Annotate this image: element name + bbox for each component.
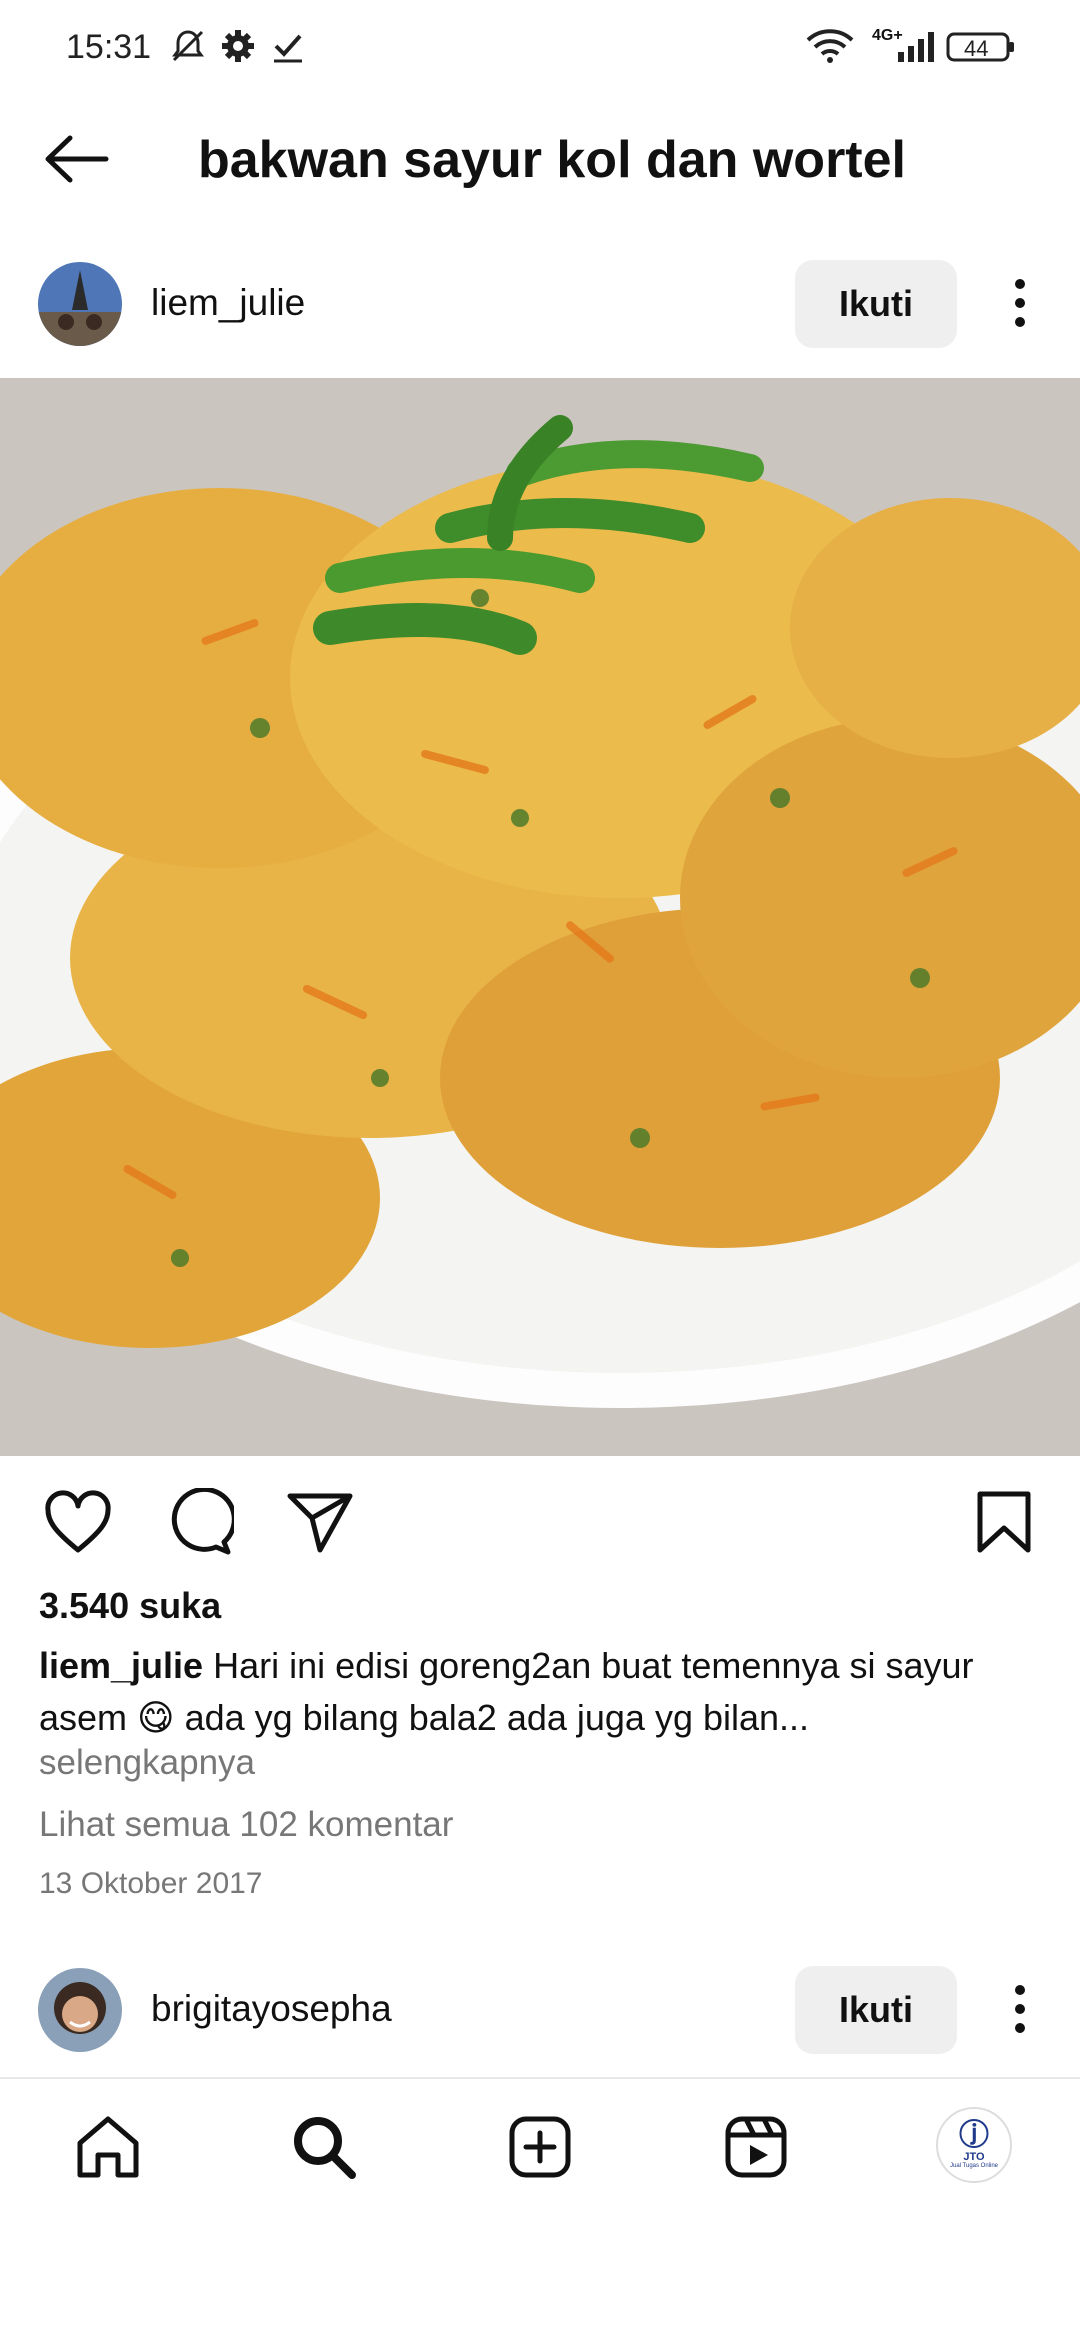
gear-icon xyxy=(218,26,258,71)
follow-button[interactable]: Ikuti xyxy=(795,260,957,348)
back-arrow-icon xyxy=(45,135,109,183)
more-options-button[interactable] xyxy=(1000,270,1040,336)
bookmark-icon xyxy=(977,1491,1031,1553)
check-icon xyxy=(268,26,308,71)
nav-home[interactable] xyxy=(72,2111,144,2183)
status-bar: 15:31 4G+ 44 xyxy=(0,0,1080,100)
profile-logo-tagline: Jual Tugas Online xyxy=(949,2163,999,2169)
nav-reels[interactable] xyxy=(720,2111,792,2183)
post-header: liem_julie Ikuti xyxy=(0,242,1080,366)
search-icon xyxy=(294,2117,356,2179)
mute-icon xyxy=(168,26,208,71)
bottom-nav: ⓙ JTO Jual Tugas Online xyxy=(0,2077,1080,2219)
nav-search[interactable] xyxy=(288,2111,360,2183)
wifi-icon xyxy=(804,26,856,71)
follow-button[interactable]: Ikuti xyxy=(795,1966,957,2054)
post-photo[interactable] xyxy=(0,378,1080,1456)
post-username[interactable]: brigitayosepha xyxy=(151,1988,392,2030)
like-button[interactable] xyxy=(42,1488,114,1556)
avatar[interactable] xyxy=(38,1968,122,2052)
caption-username[interactable]: liem_julie xyxy=(39,1645,203,1686)
see-more-link[interactable]: selengkapnya xyxy=(39,1743,255,1783)
post-caption: liem_julie Hari ini edisi goreng2an buat… xyxy=(39,1640,1049,1744)
top-header: bakwan sayur kol dan wortel xyxy=(0,100,1080,220)
share-button[interactable] xyxy=(284,1488,356,1556)
create-icon xyxy=(509,2116,571,2178)
more-vertical-icon xyxy=(1015,279,1025,327)
post-actions xyxy=(0,1470,1080,1570)
post-username[interactable]: liem_julie xyxy=(151,282,305,324)
profile-logo-abbr: JTO xyxy=(963,2151,985,2163)
profile-avatar[interactable]: ⓙ JTO Jual Tugas Online xyxy=(936,2107,1012,2183)
likes-count[interactable]: 3.540 suka xyxy=(39,1585,221,1627)
more-vertical-icon xyxy=(1015,1985,1025,2033)
signal-icon xyxy=(884,26,936,71)
heart-icon xyxy=(45,1490,111,1553)
avatar[interactable] xyxy=(38,262,122,346)
page-title: bakwan sayur kol dan wortel xyxy=(198,131,906,189)
post-date: 13 Oktober 2017 xyxy=(39,1867,263,1900)
share-icon xyxy=(287,1493,353,1553)
comment-button[interactable] xyxy=(162,1486,237,1556)
bookmark-button[interactable] xyxy=(968,1488,1040,1556)
view-comments-link[interactable]: Lihat semua 102 komentar xyxy=(39,1805,453,1845)
comment-icon xyxy=(171,1486,237,1555)
reels-icon xyxy=(725,2116,787,2178)
battery-level: 44 xyxy=(964,36,989,61)
nav-create[interactable] xyxy=(504,2111,576,2183)
back-button[interactable] xyxy=(40,126,112,192)
status-time: 15:31 xyxy=(66,28,152,66)
more-options-button[interactable] xyxy=(1000,1976,1040,2042)
next-post-header: brigitayosepha Ikuti xyxy=(0,1948,1080,2072)
profile-logo: ⓙ JTO Jual Tugas Online xyxy=(949,2119,999,2170)
home-icon xyxy=(77,2116,139,2178)
